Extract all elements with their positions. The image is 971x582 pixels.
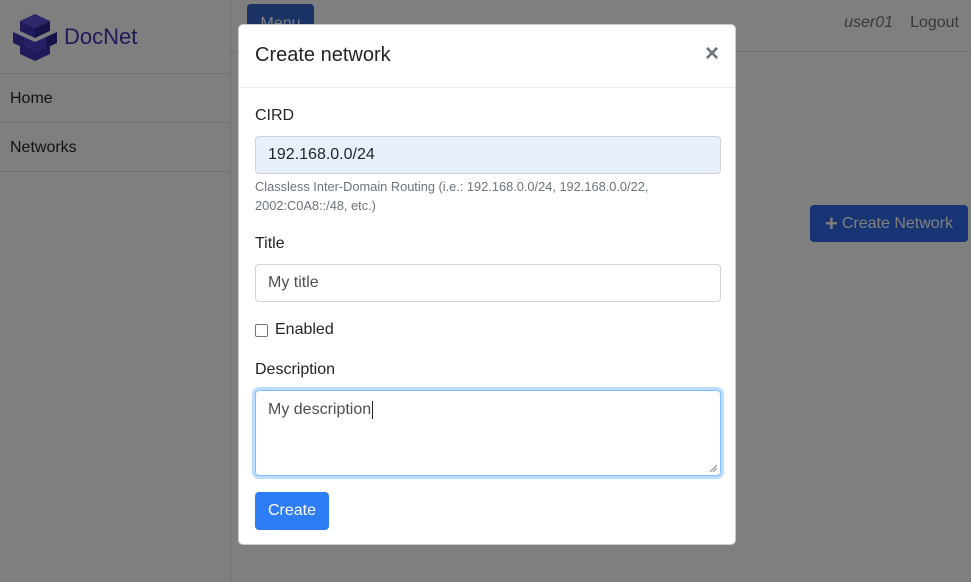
cird-label: CIRD [255, 107, 295, 124]
description-textarea[interactable]: My description [255, 390, 721, 476]
description-value: My description [268, 401, 372, 419]
enabled-label[interactable]: Enabled [275, 321, 334, 339]
enabled-checkbox[interactable] [255, 323, 268, 337]
title-label: Title [255, 235, 285, 252]
resize-grip-icon[interactable] [709, 464, 717, 472]
modal-title: Create network [255, 44, 391, 66]
close-icon[interactable]: × [705, 42, 719, 66]
text-caret [372, 401, 374, 419]
create-button[interactable]: Create [255, 492, 329, 530]
enabled-row: Enabled [255, 321, 334, 339]
create-network-modal: Create network × CIRD 192.168.0.0/24 Cla… [238, 24, 736, 545]
title-input[interactable]: My title [255, 264, 721, 302]
cird-help-text: Classless Inter-Domain Routing (i.e.: 19… [255, 179, 649, 213]
description-label: Description [255, 361, 336, 378]
cird-input[interactable]: 192.168.0.0/24 [255, 136, 721, 174]
modal-header: Create network × [239, 25, 735, 88]
